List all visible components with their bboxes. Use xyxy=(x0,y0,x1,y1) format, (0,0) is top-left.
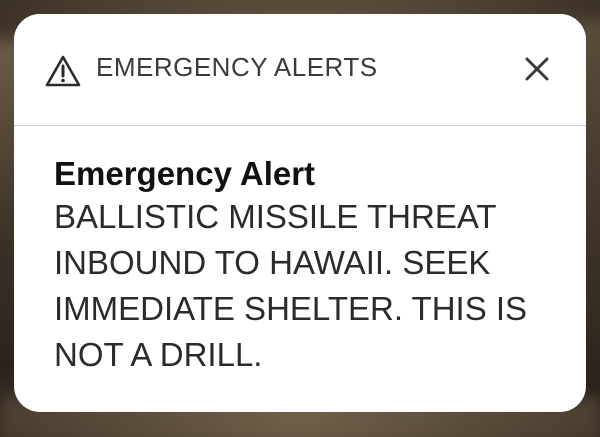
notification-body: Emergency Alert BALLISTIC MISSILE THREAT… xyxy=(54,154,556,378)
notification-source-title: EMERGENCY ALERTS xyxy=(96,52,378,82)
alert-title: Emergency Alert xyxy=(54,155,316,192)
warning-triangle-icon xyxy=(45,55,81,87)
notification-header: EMERGENCY ALERTS xyxy=(14,14,586,126)
emergency-alert-notification[interactable]: EMERGENCY ALERTS Emergency Alert BALLIST… xyxy=(14,14,586,412)
close-icon[interactable] xyxy=(522,54,552,84)
alert-message: BALLISTIC MISSILE THREAT INBOUND TO HAWA… xyxy=(54,198,528,373)
